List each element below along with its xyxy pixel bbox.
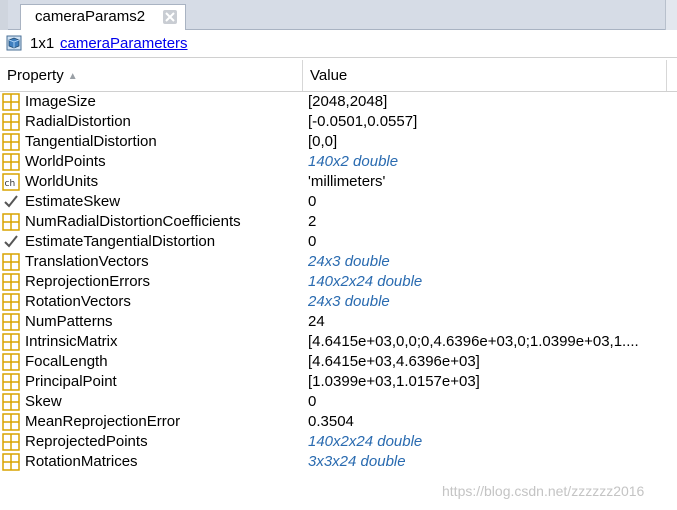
table-row[interactable]: NumPatterns 24 xyxy=(0,312,677,332)
property-value: [2048,2048] xyxy=(308,93,388,110)
property-value: [0,0] xyxy=(308,133,338,150)
tab-cameraParams2[interactable]: cameraParams2 xyxy=(20,4,186,30)
property-name: ReprojectedPoints xyxy=(25,433,148,450)
property-value-link[interactable]: 24x3 double xyxy=(308,292,663,312)
table-row[interactable]: EstimateTangentialDistortion 0 xyxy=(0,232,677,252)
table-row[interactable]: IntrinsicMatrix [4.6415e+03,0,0;0,4.6396e… xyxy=(0,332,677,352)
tab-label: cameraParams2 xyxy=(35,8,146,25)
table-header: Property ▲ Value xyxy=(0,60,677,92)
property-name: PrincipalPoint xyxy=(25,373,117,390)
grid-icon xyxy=(2,293,20,311)
table-row[interactable]: ReprojectionErrors 140x2x24 double xyxy=(0,272,677,292)
variable-info-bar: 1x1 cameraParameters xyxy=(0,30,677,58)
table-row[interactable]: ReprojectedPoints 140x2x24 double xyxy=(0,432,677,452)
table-row[interactable]: RotationVectors 24x3 double xyxy=(0,292,677,312)
property-name: WorldUnits xyxy=(25,173,99,190)
grid-icon xyxy=(2,393,20,411)
table-row[interactable]: TranslationVectors 24x3 double xyxy=(0,252,677,272)
property-value: 2 xyxy=(308,213,317,230)
property-name: NumPatterns xyxy=(25,313,113,330)
char-icon: ch xyxy=(2,173,20,191)
table-row[interactable]: NumRadialDistortionCoefficients 2 xyxy=(0,212,677,232)
class-link[interactable]: cameraParameters xyxy=(60,35,188,52)
property-value-link[interactable]: 140x2x24 double xyxy=(308,272,663,292)
property-value: [1.0399e+03,1.0157e+03] xyxy=(308,373,480,390)
grid-icon xyxy=(2,333,20,351)
property-name: WorldPoints xyxy=(25,153,106,170)
grid-icon xyxy=(2,313,20,331)
object-icon xyxy=(6,35,22,51)
property-name: IntrinsicMatrix xyxy=(25,333,118,350)
property-name: ReprojectionErrors xyxy=(25,273,151,290)
tab-bar-edge xyxy=(0,0,8,30)
grid-icon xyxy=(2,253,20,271)
grid-icon xyxy=(2,93,20,111)
table-row[interactable]: MeanReprojectionError 0.3504 xyxy=(0,412,677,432)
table-row[interactable]: ch WorldUnits 'millimeters' xyxy=(0,172,677,192)
property-value: [-0.0501,0.0557] xyxy=(308,113,418,130)
property-value-link[interactable]: 140x2x24 double xyxy=(308,432,663,452)
property-value-link[interactable]: 24x3 double xyxy=(308,252,663,272)
table-row[interactable]: ImageSize [2048,2048] xyxy=(0,92,677,112)
property-name: TranslationVectors xyxy=(25,253,149,270)
property-name: Skew xyxy=(25,393,62,410)
document-tab-bar: cameraParams2 xyxy=(0,0,677,30)
watermark-text: https://blog.csdn.net/zzzzzz2016 xyxy=(442,483,645,499)
property-name: TangentialDistortion xyxy=(25,133,157,150)
property-value-link[interactable]: 3x3x24 double xyxy=(308,452,663,472)
grid-icon xyxy=(2,133,20,151)
property-name: EstimateSkew xyxy=(25,193,121,210)
grid-icon xyxy=(2,453,20,471)
grid-icon xyxy=(2,433,20,451)
property-table: Property ▲ Value ImageSize [2048,2048] Radi… xyxy=(0,58,677,510)
svg-text:ch: ch xyxy=(5,179,16,189)
grid-icon xyxy=(2,153,20,171)
grid-icon xyxy=(2,373,20,391)
close-icon[interactable] xyxy=(163,10,177,24)
grid-icon xyxy=(2,213,20,231)
grid-icon xyxy=(2,353,20,371)
column-header-property[interactable]: Property ▲ xyxy=(0,60,303,91)
tab-bar-grip xyxy=(665,0,677,30)
property-name: EstimateTangentialDistortion xyxy=(25,233,216,250)
table-row[interactable]: FocalLength [4.6415e+03,4.6396e+03] xyxy=(0,352,677,372)
variable-size: 1x1 xyxy=(30,35,55,52)
check-icon xyxy=(2,193,20,211)
property-value: 24 xyxy=(308,313,325,330)
column-header-value-label: Value xyxy=(310,67,348,84)
grid-icon xyxy=(2,413,20,431)
grid-icon xyxy=(2,113,20,131)
table-row[interactable]: WorldPoints 140x2 double xyxy=(0,152,677,172)
property-value: 0 xyxy=(308,393,317,410)
property-name: RadialDistortion xyxy=(25,113,131,130)
property-name: NumRadialDistortionCoefficients xyxy=(25,213,241,230)
column-header-value[interactable]: Value xyxy=(303,60,667,91)
property-name: RotationVectors xyxy=(25,293,131,310)
sort-ascending-icon: ▲ xyxy=(67,71,78,82)
table-row[interactable]: EstimateSkew 0 xyxy=(0,192,677,212)
property-name: RotationMatrices xyxy=(25,453,138,470)
table-row[interactable]: Skew 0 xyxy=(0,392,677,412)
property-name: ImageSize xyxy=(25,93,96,110)
property-value: 'millimeters' xyxy=(308,173,386,190)
property-name: FocalLength xyxy=(25,353,108,370)
check-icon xyxy=(2,233,20,251)
grid-icon xyxy=(2,273,20,291)
property-value: 0 xyxy=(308,233,317,250)
table-row[interactable]: RotationMatrices 3x3x24 double xyxy=(0,452,677,472)
property-value: 0 xyxy=(308,193,317,210)
property-value-link[interactable]: 140x2 double xyxy=(308,152,663,172)
property-value: [4.6415e+03,4.6396e+03] xyxy=(308,353,480,370)
property-value: [4.6415e+03,0,0;0,4.6396e+03,0;1.0399e+0… xyxy=(308,333,639,350)
property-name: MeanReprojectionError xyxy=(25,413,181,430)
column-header-property-label: Property xyxy=(7,67,64,84)
property-value: 0.3504 xyxy=(308,413,354,430)
table-row[interactable]: TangentialDistortion [0,0] xyxy=(0,132,677,152)
table-row[interactable]: PrincipalPoint [1.0399e+03,1.0157e+03] xyxy=(0,372,677,392)
table-row[interactable]: RadialDistortion [-0.0501,0.0557] xyxy=(0,112,677,132)
